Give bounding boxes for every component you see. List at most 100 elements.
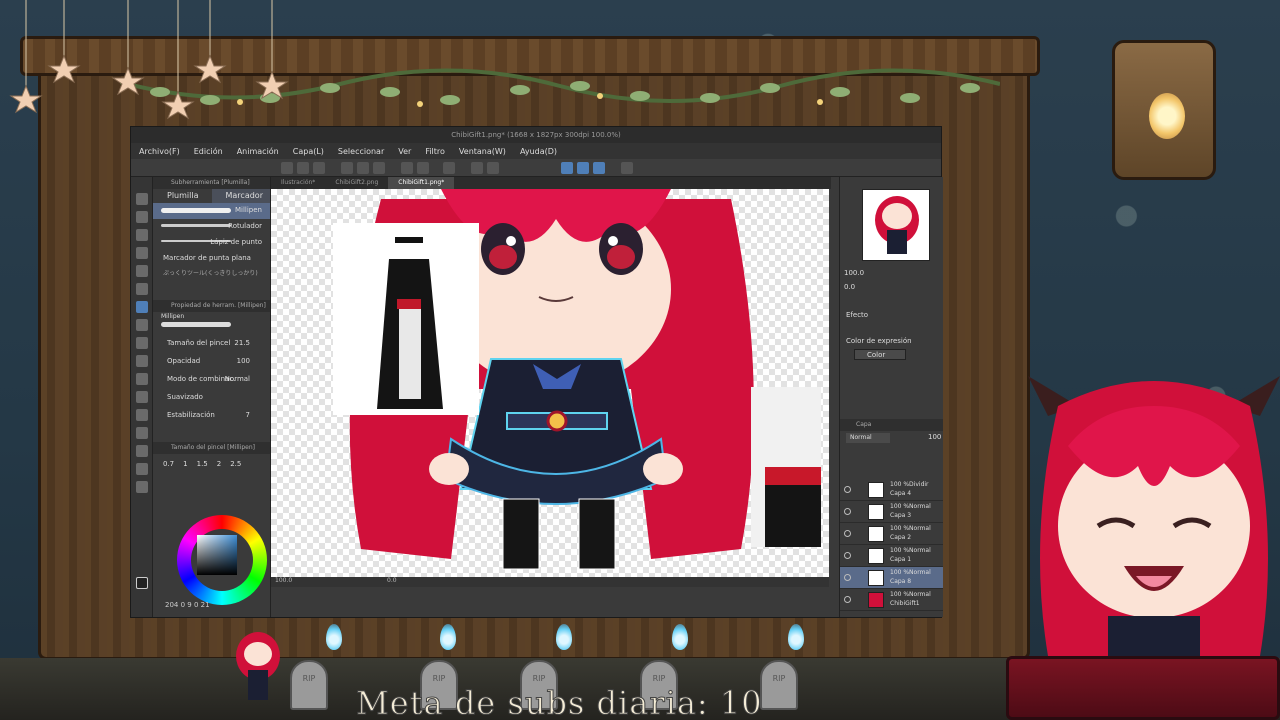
prop-opacity[interactable]: Opacidad 100	[153, 352, 270, 370]
clip-icon[interactable]	[341, 162, 353, 174]
blend-tool-icon[interactable]	[136, 373, 148, 385]
save-icon[interactable]	[313, 162, 325, 174]
move-tool-icon[interactable]	[136, 211, 148, 223]
tombstone-text: RIP	[302, 674, 316, 683]
menu-bar: Archivo(F) Edición Animación Capa(L) Sel…	[131, 143, 941, 159]
snap-special-icon[interactable]	[577, 162, 589, 174]
color-saturation-square[interactable]	[197, 535, 237, 575]
main-color-swatch[interactable]	[136, 577, 148, 589]
size-preset[interactable]: 2.5	[230, 460, 241, 468]
zoom-tool-icon[interactable]	[136, 193, 148, 205]
eye-icon[interactable]	[844, 530, 851, 537]
menu-ventana[interactable]: Ventana(W)	[459, 147, 506, 156]
grid-icon[interactable]	[487, 162, 499, 174]
new-file-icon[interactable]	[281, 162, 293, 174]
tombstone-text: RIP	[532, 674, 546, 683]
eye-icon[interactable]	[844, 552, 851, 559]
tab-marcador[interactable]: Marcador	[211, 189, 270, 203]
menu-seleccionar[interactable]: Seleccionar	[338, 147, 384, 156]
menu-animacion[interactable]: Animación	[237, 147, 279, 156]
eye-icon[interactable]	[844, 508, 851, 515]
snap-grid-icon[interactable]	[593, 162, 605, 174]
size-preset[interactable]: 0.7	[163, 460, 174, 468]
paste-icon[interactable]	[373, 162, 385, 174]
menu-capa[interactable]: Capa(L)	[293, 147, 324, 156]
snap-ruler-icon[interactable]	[561, 162, 573, 174]
fill-tool-icon[interactable]	[136, 391, 148, 403]
menu-archivo[interactable]: Archivo(F)	[139, 147, 180, 156]
undo-icon[interactable]	[401, 162, 413, 174]
navigator-zoom[interactable]: 100.0	[844, 269, 864, 277]
layer-row[interactable]: 100 %Normal Capa 8	[840, 567, 943, 589]
color-wheel[interactable]	[177, 515, 267, 605]
prop-smoothing[interactable]: Suavizado	[153, 388, 270, 406]
pen-tool-icon[interactable]	[136, 283, 148, 295]
prop-stabilization[interactable]: Estabilización 7	[153, 406, 270, 424]
layer-name: Capa 4	[890, 490, 912, 497]
gradient-tool-icon[interactable]	[136, 409, 148, 421]
layer-name: Capa 8	[890, 578, 912, 585]
operation-tool-icon[interactable]	[136, 229, 148, 241]
text-tool-icon[interactable]	[136, 445, 148, 457]
prop-blend-mode[interactable]: Modo de combinac. Normal	[153, 370, 270, 388]
right-dock: 100.0 0.0 Efecto Color de expresión Colo…	[839, 177, 943, 617]
navigator-thumbnail[interactable]	[862, 189, 930, 261]
menu-ayuda[interactable]: Ayuda(D)	[520, 147, 557, 156]
layer-mode: 100 %Normal	[890, 591, 931, 598]
redo-icon[interactable]	[417, 162, 429, 174]
size-preset[interactable]: 1	[183, 460, 187, 468]
transform-icon[interactable]	[443, 162, 455, 174]
select-tool-icon[interactable]	[136, 247, 148, 259]
tab-chibigift2[interactable]: ChibiGift2.png	[325, 177, 388, 189]
settings-icon[interactable]	[621, 162, 633, 174]
size-preset[interactable]: 1.5	[197, 460, 208, 468]
size-preset[interactable]: 2	[217, 460, 221, 468]
eye-icon[interactable]	[844, 574, 851, 581]
eye-icon[interactable]	[844, 596, 851, 603]
prop-label: Opacidad	[167, 357, 201, 365]
tombstone-text: RIP	[652, 674, 666, 683]
tab-chibigift1[interactable]: ChibiGift1.png*	[388, 177, 455, 189]
menu-filtro[interactable]: Filtro	[425, 147, 445, 156]
eraser-tool-icon[interactable]	[136, 355, 148, 367]
layer-row[interactable]: 100 %Normal ChibiGift1	[840, 589, 943, 611]
brush-extra[interactable]: ぷっくりツール(くっきりしっかり)	[153, 265, 270, 280]
layer-row[interactable]: 100 %Dividir Capa 4	[840, 479, 943, 501]
layer-panel-header: Capa	[840, 419, 943, 431]
brush-lapiz-de-punto[interactable]: Lápiz de punto	[153, 235, 270, 251]
prop-label: Tamaño del pincel	[167, 339, 231, 347]
correct-line-tool-icon[interactable]	[136, 481, 148, 493]
copy-icon[interactable]	[357, 162, 369, 174]
canvas-angle[interactable]: 0.0	[387, 577, 397, 584]
layer-blend-select[interactable]: Normal	[846, 433, 890, 443]
layer-row[interactable]: 100 %Normal Capa 3	[840, 501, 943, 523]
prop-brush-size[interactable]: Tamaño del pincel 21.5	[153, 334, 270, 352]
airbrush-tool-icon[interactable]	[136, 337, 148, 349]
tab-ilustracion[interactable]: Ilustración*	[271, 177, 325, 189]
eyedropper-tool-icon[interactable]	[136, 265, 148, 277]
layer-mode: 100 %Dividir	[890, 481, 929, 488]
canvas-zoom[interactable]: 100.0	[275, 577, 292, 584]
open-file-icon[interactable]	[297, 162, 309, 174]
fill-icon[interactable]	[471, 162, 483, 174]
layer-row[interactable]: 100 %Normal Capa 2	[840, 523, 943, 545]
balloon-tool-icon[interactable]	[136, 463, 148, 475]
brush-millipen[interactable]: Millipen	[153, 203, 270, 219]
menu-edicion[interactable]: Edición	[194, 147, 223, 156]
brush-rotulador[interactable]: Rotulador	[153, 219, 270, 235]
drawing-canvas[interactable]	[271, 189, 829, 577]
ghost-flame-icon	[788, 624, 804, 650]
menu-ver[interactable]: Ver	[398, 147, 411, 156]
layer-opacity[interactable]: 100	[928, 433, 941, 441]
layer-mode: 100 %Normal	[890, 525, 931, 532]
eye-icon[interactable]	[844, 486, 851, 493]
figure-tool-icon[interactable]	[136, 427, 148, 439]
layer-row[interactable]: 100 %Normal Capa 1	[840, 545, 943, 567]
expression-color-select[interactable]: Color	[854, 349, 906, 360]
tab-plumilla[interactable]: Plumilla	[153, 189, 212, 203]
brush-flat-marker[interactable]: Marcador de punta plana	[153, 251, 270, 265]
brush-tool-icon[interactable]	[136, 319, 148, 331]
mini-avatar	[236, 632, 280, 700]
navigator-angle[interactable]: 0.0	[844, 283, 855, 291]
pencil-tool-icon[interactable]	[136, 301, 148, 313]
